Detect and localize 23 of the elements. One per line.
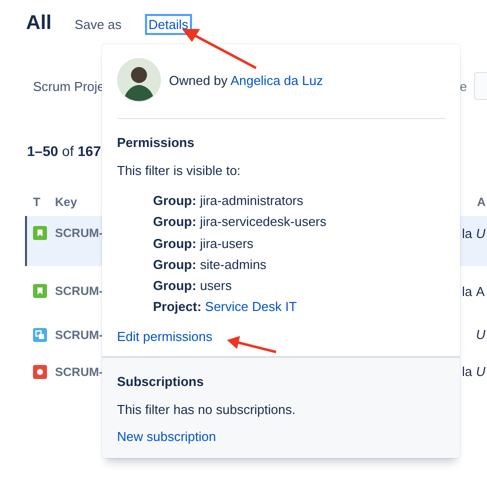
- permission-entry: Group: users: [153, 278, 232, 294]
- permission-entry: Group: jira-administrators: [153, 193, 304, 208]
- column-header: Key: [55, 195, 78, 209]
- table-cell-text: la: [462, 226, 474, 241]
- permission-entry: Group: site-admins: [153, 256, 266, 272]
- table-cell-text: la: [462, 364, 474, 379]
- permission-entry: Project: Service Desk IT: [153, 299, 297, 314]
- table-cell: U: [476, 327, 486, 342]
- section-heading: Subscriptions: [117, 374, 205, 389]
- section-heading: Permissions: [117, 135, 196, 150]
- owner-text: Owned by Angelica da Luz: [169, 72, 323, 88]
- permission-entry: Group: jira-users: [153, 236, 254, 251]
- table-cell: U: [476, 226, 486, 241]
- table-cell-text: la: [462, 284, 474, 298]
- subscriptions-text: This filter has no subscriptions.: [117, 402, 296, 417]
- result-count: 1–50 of 167: [27, 143, 101, 159]
- table-cell: U: [476, 364, 486, 379]
- table-cell: A: [476, 284, 486, 298]
- column-header: T: [33, 195, 42, 209]
- permissions-intro: This filter is visible to:: [117, 163, 242, 178]
- column-header: A: [477, 195, 487, 209]
- permission-entry: Group: jira-servicedesk-users: [153, 214, 326, 230]
- page-title: All: [26, 12, 52, 35]
